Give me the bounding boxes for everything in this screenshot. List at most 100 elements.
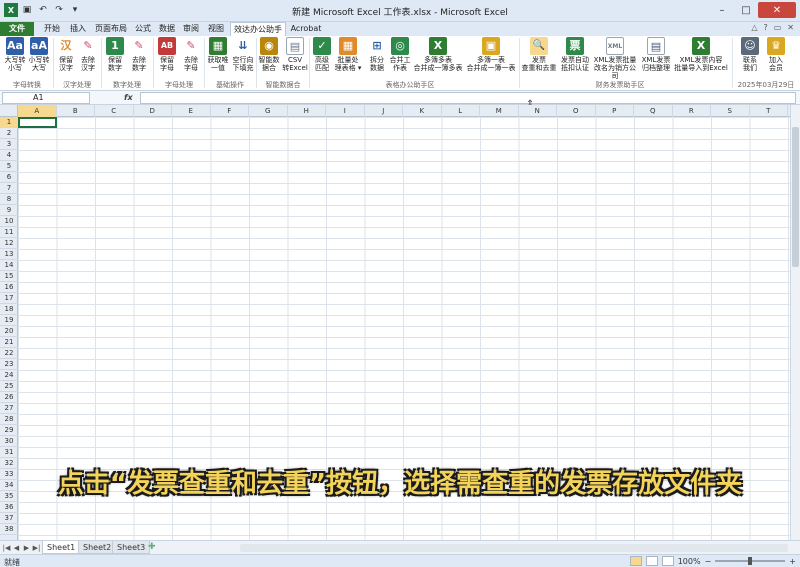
- name-box[interactable]: A1: [2, 92, 90, 104]
- csv-to-excel-button[interactable]: ▤ CSV 转Excel: [282, 37, 308, 79]
- tab-acrobat[interactable]: Acrobat: [288, 22, 324, 36]
- column-header[interactable]: R: [673, 105, 711, 117]
- last-sheet-icon[interactable]: ▶|: [32, 543, 41, 553]
- keep-letters-button[interactable]: AB 保留 字母: [156, 37, 178, 79]
- zoom-in-icon[interactable]: +: [789, 557, 796, 566]
- column-header[interactable]: N: [519, 105, 557, 117]
- add-sheet-icon[interactable]: ✚: [148, 542, 156, 552]
- zoom-out-icon[interactable]: −: [705, 557, 712, 566]
- merge-multi-workbooks-single-sheet-button[interactable]: ▣ 多簿一表 合并成一簿一表: [464, 37, 518, 79]
- column-header[interactable]: S: [711, 105, 750, 117]
- column-header[interactable]: I: [326, 105, 365, 117]
- close-workbook-icon[interactable]: ✕: [787, 23, 794, 32]
- smart-data-merge-button[interactable]: ◉ 智能数 据合: [257, 37, 281, 79]
- fill-down-blank-button[interactable]: ⇊ 空行向 下填充: [231, 37, 255, 79]
- column-header[interactable]: O: [557, 105, 596, 117]
- lower-to-upper-button[interactable]: aA 小写转 大写: [28, 37, 50, 79]
- horizontal-scrollbar[interactable]: [240, 544, 788, 552]
- row-header[interactable]: 26: [0, 392, 18, 403]
- row-header[interactable]: 38: [0, 524, 18, 535]
- row-header[interactable]: 8: [0, 194, 18, 205]
- xml-invoice-import-button[interactable]: X XML发票内容 批量导入到Excel: [674, 37, 728, 79]
- row-header[interactable]: 4: [0, 150, 18, 161]
- maximize-icon[interactable]: □: [734, 2, 758, 18]
- zoom-slider-knob[interactable]: [748, 557, 753, 565]
- remove-letters-button[interactable]: ✎ 去除 字母: [180, 37, 202, 79]
- row-header[interactable]: 20: [0, 326, 18, 337]
- row-header[interactable]: 14: [0, 260, 18, 271]
- page-break-view-button[interactable]: [661, 556, 674, 566]
- tab-page-layout[interactable]: 页面布局: [92, 22, 130, 36]
- row-header[interactable]: 27: [0, 403, 18, 414]
- invoice-dedup-button[interactable]: 🔍 发票 查重和去重: [520, 37, 558, 79]
- row-header[interactable]: 22: [0, 348, 18, 359]
- row-header[interactable]: 36: [0, 502, 18, 513]
- column-header[interactable]: A: [18, 105, 57, 117]
- row-header[interactable]: 21: [0, 337, 18, 348]
- get-unique-values-button[interactable]: ▦ 获取唯 一值: [206, 37, 230, 79]
- column-header[interactable]: L: [442, 105, 480, 117]
- column-header[interactable]: D: [134, 105, 172, 117]
- row-header[interactable]: 24: [0, 370, 18, 381]
- row-header[interactable]: 17: [0, 293, 18, 304]
- batch-process-tables-button[interactable]: ▦ 批量处 理表格 ▾: [334, 37, 362, 79]
- column-header[interactable]: E: [172, 105, 211, 117]
- row-header[interactable]: 37: [0, 513, 18, 524]
- row-header[interactable]: 29: [0, 425, 18, 436]
- sheet-tab-sheet3[interactable]: Sheet3: [112, 541, 151, 554]
- row-header[interactable]: 18: [0, 304, 18, 315]
- formula-input[interactable]: [140, 92, 796, 104]
- column-header[interactable]: C: [95, 105, 134, 117]
- xml-invoice-rename-button[interactable]: XML XML发票批量 改名为销方公司: [592, 37, 638, 80]
- row-header[interactable]: 16: [0, 282, 18, 293]
- page-layout-view-button[interactable]: [645, 556, 658, 566]
- column-header[interactable]: G: [249, 105, 288, 117]
- column-header[interactable]: B: [57, 105, 95, 117]
- row-header[interactable]: 5: [0, 161, 18, 172]
- tab-insert[interactable]: 插入: [66, 22, 90, 36]
- prev-sheet-icon[interactable]: ◀: [12, 543, 21, 553]
- column-header[interactable]: K: [403, 105, 442, 117]
- row-header[interactable]: 28: [0, 414, 18, 425]
- tab-view[interactable]: 视图: [204, 22, 228, 36]
- merge-worksheets-button[interactable]: ◎ 合并工 作表: [389, 37, 411, 79]
- insert-function-button[interactable]: fx: [124, 92, 138, 104]
- close-icon[interactable]: ✕: [758, 2, 796, 18]
- row-header[interactable]: 31: [0, 447, 18, 458]
- column-header[interactable]: Q: [634, 105, 673, 117]
- zoom-level[interactable]: 100%: [678, 557, 701, 566]
- invoice-auto-deduction-button[interactable]: 票 发票自动 抵扣认证: [558, 37, 592, 79]
- row-header[interactable]: 25: [0, 381, 18, 392]
- keep-digits-button[interactable]: 1 保留 数字: [104, 37, 126, 79]
- row-header[interactable]: 9: [0, 205, 18, 216]
- column-header[interactable]: F: [211, 105, 249, 117]
- column-header[interactable]: T: [750, 105, 788, 117]
- sheet-tab-sheet1[interactable]: Sheet1: [42, 541, 81, 554]
- row-header[interactable]: 7: [0, 183, 18, 194]
- first-sheet-icon[interactable]: |◀: [2, 543, 11, 553]
- xml-invoice-archive-button[interactable]: ▤ XML发票 归档整理: [639, 37, 673, 79]
- row-header[interactable]: 2: [0, 128, 18, 139]
- row-header[interactable]: 11: [0, 227, 18, 238]
- row-header[interactable]: 6: [0, 172, 18, 183]
- join-membership-button[interactable]: ♛ 加入 会员: [764, 37, 788, 79]
- remove-chinese-button[interactable]: ✎ 去除 汉字: [78, 37, 98, 79]
- help-icon[interactable]: ?: [763, 23, 767, 32]
- tab-formulas[interactable]: 公式: [132, 22, 154, 36]
- column-header[interactable]: H: [288, 105, 326, 117]
- column-header[interactable]: M: [480, 105, 519, 117]
- advanced-match-button[interactable]: ✓ 高级 匹配: [311, 37, 333, 79]
- tab-file[interactable]: 文件: [0, 22, 34, 36]
- restore-icon[interactable]: ▭: [774, 23, 782, 32]
- row-header[interactable]: 13: [0, 249, 18, 260]
- next-sheet-icon[interactable]: ▶: [22, 543, 31, 553]
- split-data-button[interactable]: ⊞ 拆分 数据: [366, 37, 388, 79]
- tab-xiaoda-assistant[interactable]: 效达办公助手: [230, 22, 286, 36]
- row-header[interactable]: 12: [0, 238, 18, 249]
- select-all-corner[interactable]: [0, 105, 18, 117]
- zoom-slider[interactable]: [715, 557, 786, 565]
- row-header[interactable]: 1: [0, 117, 18, 128]
- keep-chinese-button[interactable]: 汉 保留 汉字: [56, 37, 76, 79]
- row-header[interactable]: 3: [0, 139, 18, 150]
- merge-multi-workbooks-multi-sheets-button[interactable]: X 多簿多表 合并成一簿多表: [412, 37, 464, 79]
